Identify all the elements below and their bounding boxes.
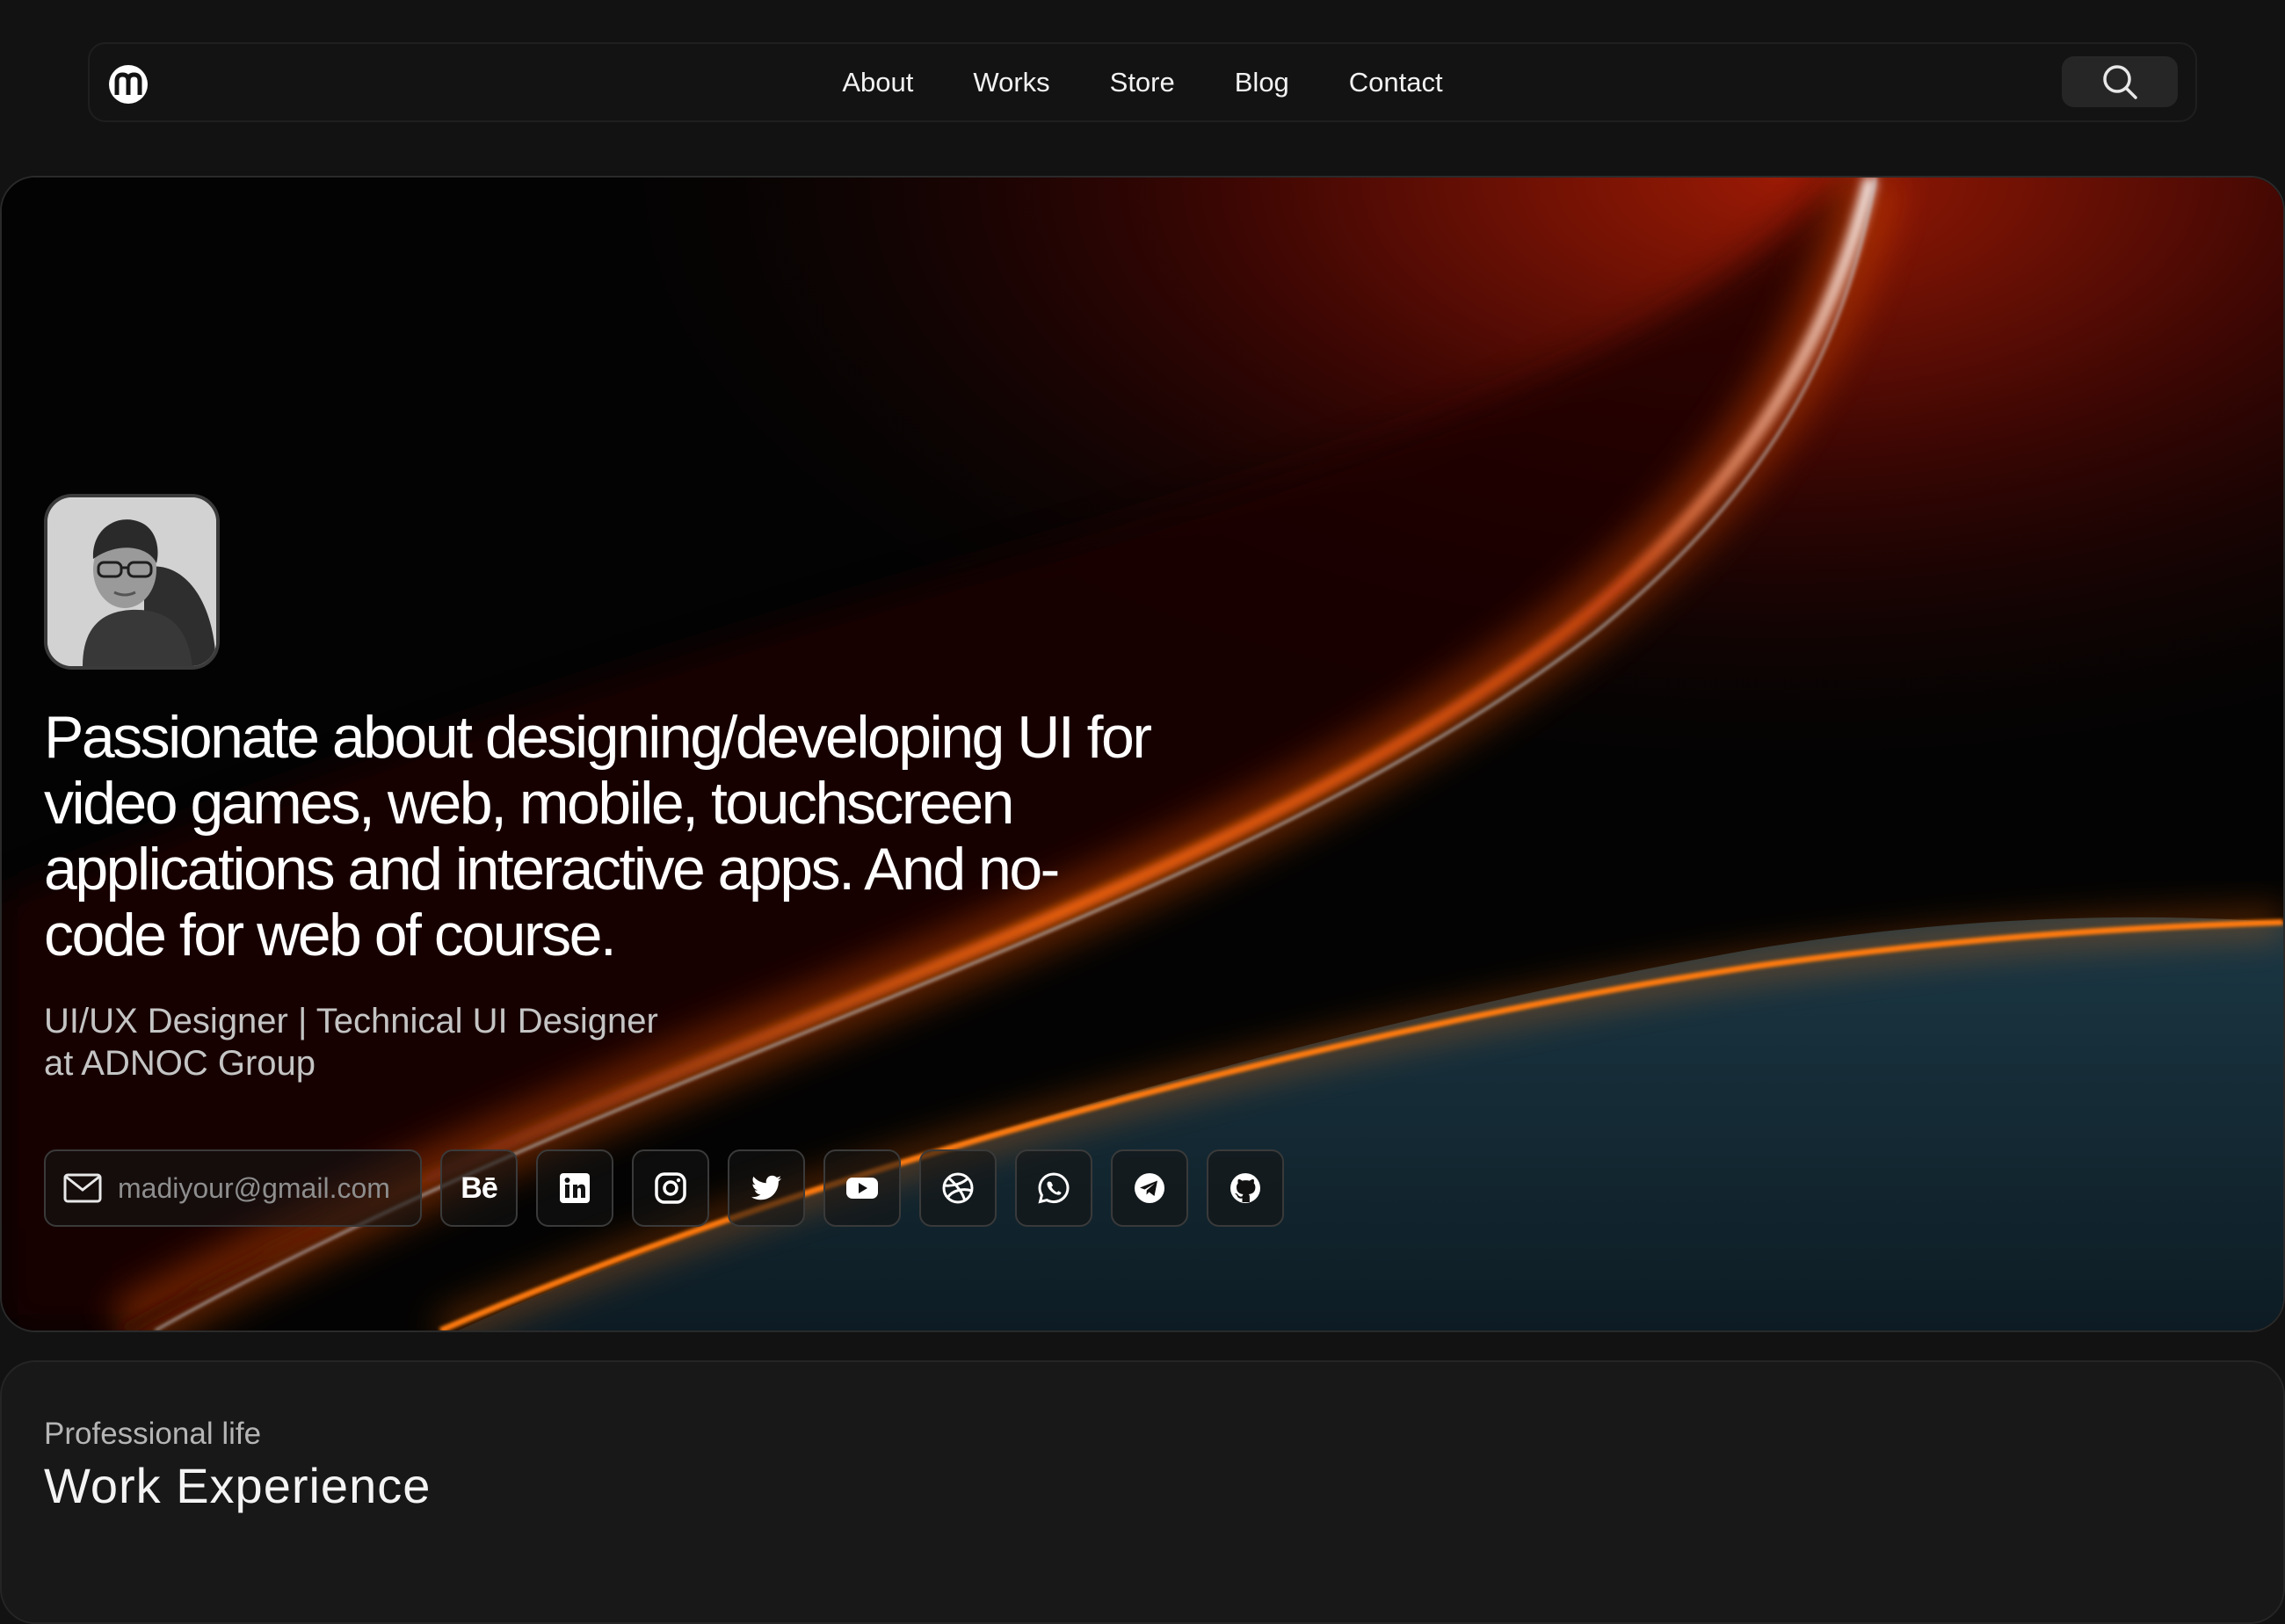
github-link[interactable] (1207, 1149, 1284, 1227)
section-overline: Professional life (44, 1417, 262, 1451)
telegram-link[interactable] (1111, 1149, 1188, 1227)
hero-section: Passionate about designing/developing UI… (0, 176, 2285, 1332)
avatar-portrait (47, 497, 216, 666)
youtube-link[interactable] (823, 1149, 901, 1227)
whatsapp-link[interactable] (1015, 1149, 1092, 1227)
hero-subtitle: UI/UX Designer | Technical UI Designer a… (44, 1002, 658, 1083)
work-experience-section: Professional life Work Experience (0, 1360, 2285, 1624)
twitter-link[interactable] (728, 1149, 805, 1227)
email-copy-button[interactable]: madiyour@gmail.com (44, 1149, 422, 1227)
email-address: madiyour@gmail.com (118, 1171, 390, 1204)
dribbble-icon (942, 1172, 974, 1204)
section-title: Work Experience (44, 1458, 432, 1513)
search-button[interactable] (2062, 56, 2178, 107)
instagram-icon (655, 1172, 686, 1204)
nav-contact[interactable]: Contact (1349, 67, 1443, 98)
youtube-icon (846, 1178, 878, 1199)
whatsapp-icon (1038, 1172, 1070, 1204)
instagram-link[interactable] (632, 1149, 709, 1227)
behance-icon: Bē (461, 1171, 497, 1205)
contact-row: madiyour@gmail.com Bē (44, 1149, 1284, 1227)
linkedin-icon (560, 1173, 590, 1203)
twitter-icon (751, 1175, 781, 1200)
behance-link[interactable]: Bē (440, 1149, 518, 1227)
nav-blog[interactable]: Blog (1235, 67, 1289, 98)
navbar: About Works Store Blog Contact (88, 42, 2197, 122)
telegram-icon (1135, 1173, 1164, 1203)
linkedin-link[interactable] (536, 1149, 613, 1227)
github-icon (1230, 1173, 1260, 1203)
nav-links: About Works Store Blog Contact (90, 44, 2195, 120)
hero-headline: Passionate about designing/developing UI… (44, 704, 1152, 968)
nav-about[interactable]: About (842, 67, 913, 98)
dribbble-link[interactable] (919, 1149, 997, 1227)
nav-store[interactable]: Store (1110, 67, 1175, 98)
avatar (44, 494, 220, 670)
nav-works[interactable]: Works (973, 67, 1049, 98)
search-icon (2103, 65, 2137, 99)
mail-icon (63, 1173, 102, 1203)
